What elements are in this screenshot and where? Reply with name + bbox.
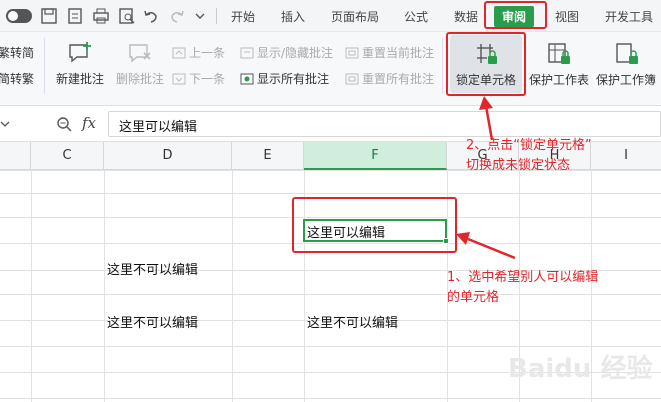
arrow-to-lock-cell — [484, 105, 494, 141]
arrow-head — [456, 232, 470, 245]
arrow-head — [479, 96, 493, 110]
arrow-to-selected-cell — [467, 237, 516, 260]
annotation-arrows — [456, 96, 516, 260]
